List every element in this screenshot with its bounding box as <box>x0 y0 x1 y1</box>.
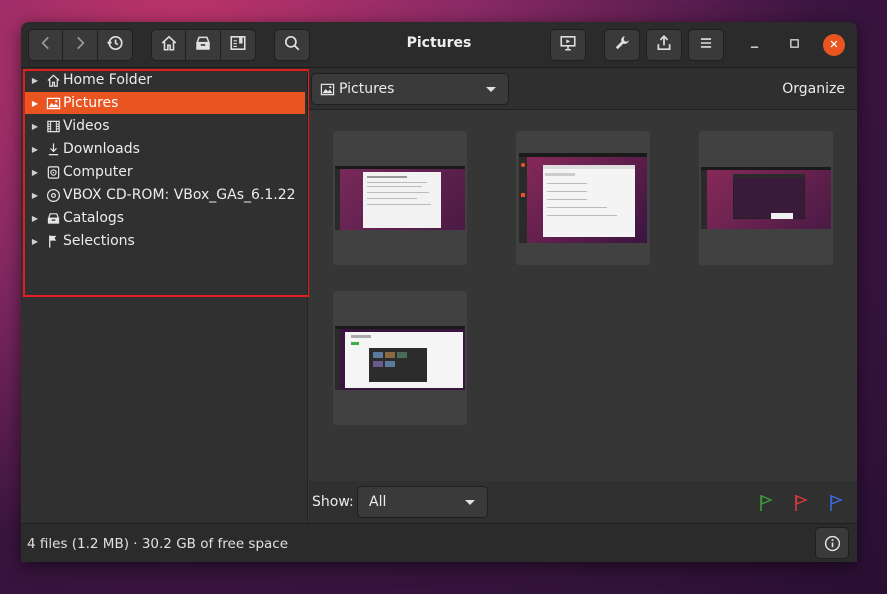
chevron-down-icon <box>465 500 475 505</box>
search-icon <box>283 34 301 56</box>
show-filter-value: All <box>369 494 387 510</box>
share-button[interactable] <box>646 29 682 61</box>
forward-button[interactable] <box>63 29 98 61</box>
sidebar-item-home-folder[interactable]: ▶ Home Folder <box>25 69 305 91</box>
file-manager-window: Pictures ▶ Home Folder ▶ Pictures ▶ Vide… <box>21 22 857 562</box>
back-button[interactable] <box>28 29 63 61</box>
catalog-icon <box>44 210 62 226</box>
home-icon <box>160 34 178 56</box>
flag-icon <box>44 233 62 249</box>
maximize-button[interactable] <box>783 34 805 56</box>
expander-arrow-icon[interactable]: ▶ <box>28 168 42 177</box>
disc-icon <box>44 187 62 203</box>
bookmarks-icon <box>229 34 247 56</box>
info-button[interactable] <box>815 527 849 559</box>
menu-button[interactable] <box>688 29 724 61</box>
sidebar-item-label: Selections <box>63 233 135 249</box>
expander-arrow-icon[interactable]: ▶ <box>28 145 42 154</box>
info-icon <box>824 535 841 552</box>
red-flag-icon[interactable] <box>793 494 809 512</box>
location-label: Pictures <box>339 81 395 97</box>
organize-button[interactable]: Organize <box>782 81 845 97</box>
sidebar-item-vbox-cdrom[interactable]: ▶ VBOX CD-ROM: VBox_GAs_6.1.22 <box>25 184 305 206</box>
home-button[interactable] <box>151 29 186 61</box>
sidebar-item-label: Pictures <box>63 95 119 111</box>
slideshow-icon <box>559 34 577 56</box>
close-icon <box>829 38 839 53</box>
drive-icon <box>44 164 62 180</box>
thumbnail-grid <box>309 111 857 481</box>
wrench-icon <box>613 34 631 56</box>
expander-arrow-icon[interactable]: ▶ <box>28 237 42 246</box>
expander-arrow-icon[interactable]: ▶ <box>28 122 42 131</box>
status-bar: 4 files (1.2 MB) · 30.2 GB of free space <box>21 523 857 562</box>
green-flag-icon[interactable] <box>758 494 774 512</box>
blue-flag-icon[interactable] <box>828 494 844 512</box>
catalogs-button[interactable] <box>186 29 221 61</box>
status-text: 4 files (1.2 MB) · 30.2 GB of free space <box>27 536 289 552</box>
sidebar-item-catalogs[interactable]: ▶ Catalogs <box>25 207 305 229</box>
location-bar: Pictures Organize <box>309 68 857 110</box>
thumbnail-item[interactable] <box>333 131 467 265</box>
chevron-right-icon <box>71 34 89 56</box>
slideshow-button[interactable] <box>550 29 586 61</box>
thumbnail-item[interactable] <box>333 291 467 425</box>
expander-arrow-icon[interactable]: ▶ <box>28 191 42 200</box>
show-label: Show: <box>312 494 354 510</box>
catalog-icon <box>194 34 212 56</box>
sidebar-item-label: Home Folder <box>63 72 153 88</box>
thumbnail-image <box>335 166 465 230</box>
sidebar-item-label: Computer <box>63 164 133 180</box>
bookmarks-button[interactable] <box>221 29 256 61</box>
history-button[interactable] <box>98 29 133 61</box>
image-icon <box>44 95 62 111</box>
show-filter-dropdown[interactable]: All <box>357 486 488 518</box>
close-button[interactable] <box>823 34 845 56</box>
expander-arrow-icon[interactable]: ▶ <box>28 99 42 108</box>
share-icon <box>655 34 673 56</box>
sidebar-item-selections[interactable]: ▶ Selections <box>25 230 305 252</box>
minimize-button[interactable] <box>743 34 765 56</box>
hamburger-menu-icon <box>697 34 715 56</box>
film-icon <box>44 118 62 134</box>
sidebar-item-pictures[interactable]: ▶ Pictures <box>25 92 305 114</box>
minimize-icon <box>749 37 760 53</box>
sidebar-item-downloads[interactable]: ▶ Downloads <box>25 138 305 160</box>
main-content: Pictures Organize Show: All <box>309 68 857 523</box>
thumbnail-image <box>519 153 647 243</box>
search-button[interactable] <box>274 29 310 61</box>
chevron-left-icon <box>37 34 55 56</box>
sidebar-item-videos[interactable]: ▶ Videos <box>25 115 305 137</box>
sidebar-item-label: Downloads <box>63 141 140 157</box>
thumbnail-image <box>335 326 465 390</box>
thumbnail-image <box>701 167 831 229</box>
thumbnail-item[interactable] <box>699 131 833 265</box>
chevron-down-icon <box>486 87 496 92</box>
sidebar-item-label: VBOX CD-ROM: VBox_GAs_6.1.22 <box>63 187 296 203</box>
thumbnail-item[interactable] <box>516 131 650 265</box>
header-bar: Pictures <box>21 22 857 68</box>
download-icon <box>44 141 62 157</box>
window-title: Pictures <box>406 35 472 51</box>
filter-bar: Show: All <box>309 481 857 523</box>
location-dropdown[interactable]: Pictures <box>311 73 509 105</box>
tools-button[interactable] <box>604 29 640 61</box>
image-icon <box>320 82 335 97</box>
history-icon <box>106 34 124 56</box>
sidebar-item-label: Catalogs <box>63 210 125 226</box>
home-icon <box>44 72 62 88</box>
sidebar-item-label: Videos <box>63 118 110 134</box>
sidebar: ▶ Home Folder ▶ Pictures ▶ Videos ▶ Down… <box>21 68 310 523</box>
maximize-icon <box>789 37 800 53</box>
sidebar-item-computer[interactable]: ▶ Computer <box>25 161 305 183</box>
expander-arrow-icon[interactable]: ▶ <box>28 214 42 223</box>
expander-arrow-icon[interactable]: ▶ <box>28 76 42 85</box>
